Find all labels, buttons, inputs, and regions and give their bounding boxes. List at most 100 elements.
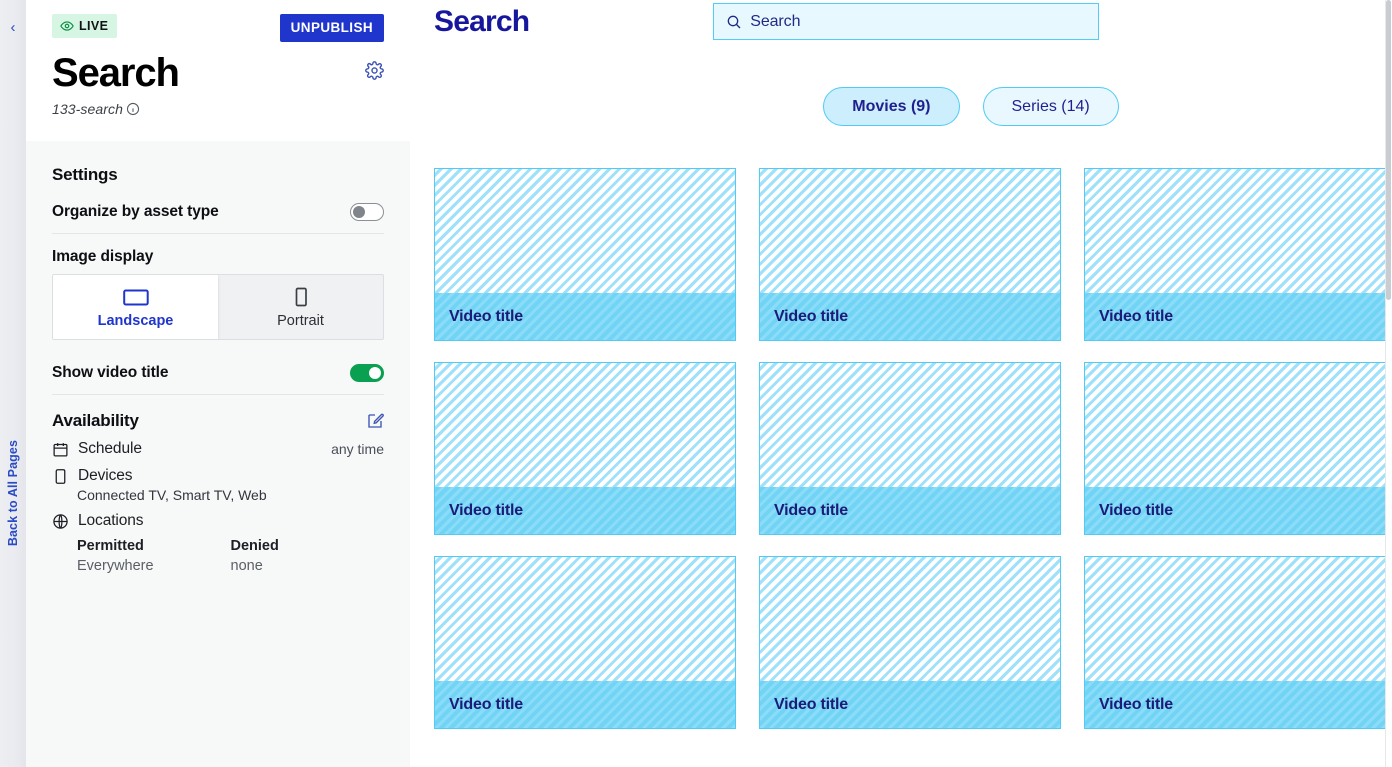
status-badge-label: LIVE	[79, 18, 109, 33]
video-thumbnail-placeholder	[760, 557, 1060, 682]
device-icon	[52, 468, 69, 485]
video-card-title: Video title	[1099, 307, 1173, 325]
video-card-grid: Video title Video title Video title Vide…	[410, 168, 1392, 730]
organize-by-asset-type-row: Organize by asset type	[52, 197, 384, 234]
locations-permitted-column: Permitted Everywhere	[77, 538, 231, 574]
calendar-icon	[52, 441, 69, 458]
page-title: Search	[52, 50, 180, 95]
image-display-option-portrait-label: Portrait	[277, 313, 324, 329]
video-card[interactable]: Video title	[1084, 168, 1386, 342]
locations-permitted-value: Everywhere	[77, 558, 154, 574]
portrait-rect-icon	[218, 287, 383, 307]
tab-series[interactable]: Series (14)	[982, 87, 1119, 127]
video-card-title: Video title	[774, 307, 848, 325]
video-card-title-bar: Video title	[1085, 293, 1385, 341]
video-thumbnail-placeholder	[1085, 557, 1385, 682]
preview-header: Search Search	[410, 0, 1392, 40]
video-card-title: Video title	[774, 695, 848, 713]
page-slug-row: 133-search	[52, 101, 384, 117]
chevron-left-icon[interactable]: ‹	[0, 20, 26, 35]
video-card-title-bar: Video title	[760, 293, 1060, 341]
video-card-title: Video title	[1099, 695, 1173, 713]
preview-search-wrapper: Search	[713, 3, 1100, 40]
page-slug: 133-search	[52, 100, 124, 117]
video-card[interactable]: Video title	[759, 556, 1061, 730]
preview-pane: Search Search Movies (9) Series (14) Vid…	[410, 0, 1392, 767]
availability-header: Availability	[52, 411, 384, 431]
video-card-title-bar: Video title	[435, 681, 735, 729]
video-card[interactable]: Video title	[1084, 556, 1386, 730]
video-card-title-bar: Video title	[760, 681, 1060, 729]
video-card-title: Video title	[449, 501, 523, 519]
image-display-segmented-control: Landscape Portrait	[52, 274, 384, 340]
search-input[interactable]: Search	[713, 3, 1100, 40]
show-video-title-row: Show video title	[52, 354, 384, 395]
show-video-title-toggle[interactable]	[350, 364, 384, 382]
locations-denied-header: Denied	[230, 538, 279, 554]
availability-devices-value: Connected TV, Smart TV, Web	[77, 487, 267, 503]
image-display-option-landscape[interactable]: Landscape	[53, 275, 218, 339]
video-card[interactable]: Video title	[1084, 362, 1386, 536]
video-card-title: Video title	[1099, 501, 1173, 519]
video-thumbnail-placeholder	[435, 557, 735, 682]
organize-by-asset-type-toggle[interactable]	[350, 203, 384, 221]
video-thumbnail-placeholder	[760, 169, 1060, 294]
show-video-title-label: Show video title	[52, 364, 169, 381]
availability-devices-row: Devices	[52, 467, 384, 485]
search-input-placeholder: Search	[750, 12, 801, 30]
image-display-option-portrait[interactable]: Portrait	[218, 275, 383, 339]
search-icon	[726, 14, 742, 30]
tab-movies[interactable]: Movies (9)	[823, 87, 960, 127]
status-badge: LIVE	[52, 14, 118, 38]
video-card[interactable]: Video title	[759, 168, 1061, 342]
sidebar-header: LIVE UNPUBLISH Search 133-search	[26, 0, 410, 141]
preview-title: Search	[434, 5, 530, 38]
video-thumbnail-placeholder	[435, 363, 735, 488]
settings-heading: Settings	[52, 165, 118, 184]
locations-denied-column: Denied none	[231, 538, 385, 574]
sidebar-body: Settings Organize by asset type Image di…	[26, 141, 410, 767]
organize-by-asset-type-label: Organize by asset type	[52, 203, 219, 220]
video-card-title: Video title	[449, 695, 523, 713]
unpublish-button[interactable]: UNPUBLISH	[279, 14, 384, 42]
video-card[interactable]: Video title	[759, 362, 1061, 536]
video-card-title-bar: Video title	[760, 487, 1060, 535]
availability-devices-label: Devices	[78, 467, 133, 484]
left-rail: ‹ Back to All Pages	[0, 0, 26, 767]
video-card-title-bar: Video title	[1085, 681, 1385, 729]
back-to-all-pages-link[interactable]: Back to All Pages	[6, 440, 20, 546]
gear-icon[interactable]	[365, 61, 384, 80]
vertical-scrollbar[interactable]	[1385, 0, 1392, 767]
video-card[interactable]: Video title	[434, 556, 736, 730]
video-thumbnail-placeholder	[760, 363, 1060, 488]
availability-heading: Availability	[52, 411, 139, 430]
video-card-title: Video title	[774, 501, 848, 519]
locations-table: Permitted Everywhere Denied none	[77, 538, 384, 574]
scrollbar-thumb[interactable]	[1386, 0, 1391, 300]
eye-icon	[60, 19, 74, 33]
sidebar-header-top-row: LIVE UNPUBLISH	[52, 0, 384, 42]
page-title-row: Search	[52, 50, 384, 96]
video-card-title-bar: Video title	[435, 293, 735, 341]
image-display-option-landscape-label: Landscape	[97, 313, 174, 329]
availability-schedule-value: any time	[331, 441, 384, 457]
video-card[interactable]: Video title	[434, 362, 736, 536]
availability-schedule-label: Schedule	[78, 440, 142, 457]
availability-schedule-row: Schedule any time	[52, 440, 384, 458]
availability-locations-label: Locations	[78, 512, 144, 529]
landscape-rect-icon	[53, 287, 218, 307]
info-icon[interactable]	[126, 102, 140, 116]
edit-icon[interactable]	[366, 412, 384, 430]
page-settings-sidebar: LIVE UNPUBLISH Search 133-search Setting…	[26, 0, 424, 767]
locations-permitted-header: Permitted	[77, 538, 144, 554]
video-card-title: Video title	[449, 307, 523, 325]
video-thumbnail-placeholder	[1085, 363, 1385, 488]
content-type-tabs: Movies (9) Series (14)	[410, 87, 1392, 127]
video-card[interactable]: Video title	[434, 168, 736, 342]
video-thumbnail-placeholder	[1085, 169, 1385, 294]
video-card-title-bar: Video title	[1085, 487, 1385, 535]
globe-icon	[52, 513, 69, 530]
locations-denied-value: none	[230, 558, 263, 574]
video-thumbnail-placeholder	[435, 169, 735, 294]
video-card-title-bar: Video title	[435, 487, 735, 535]
